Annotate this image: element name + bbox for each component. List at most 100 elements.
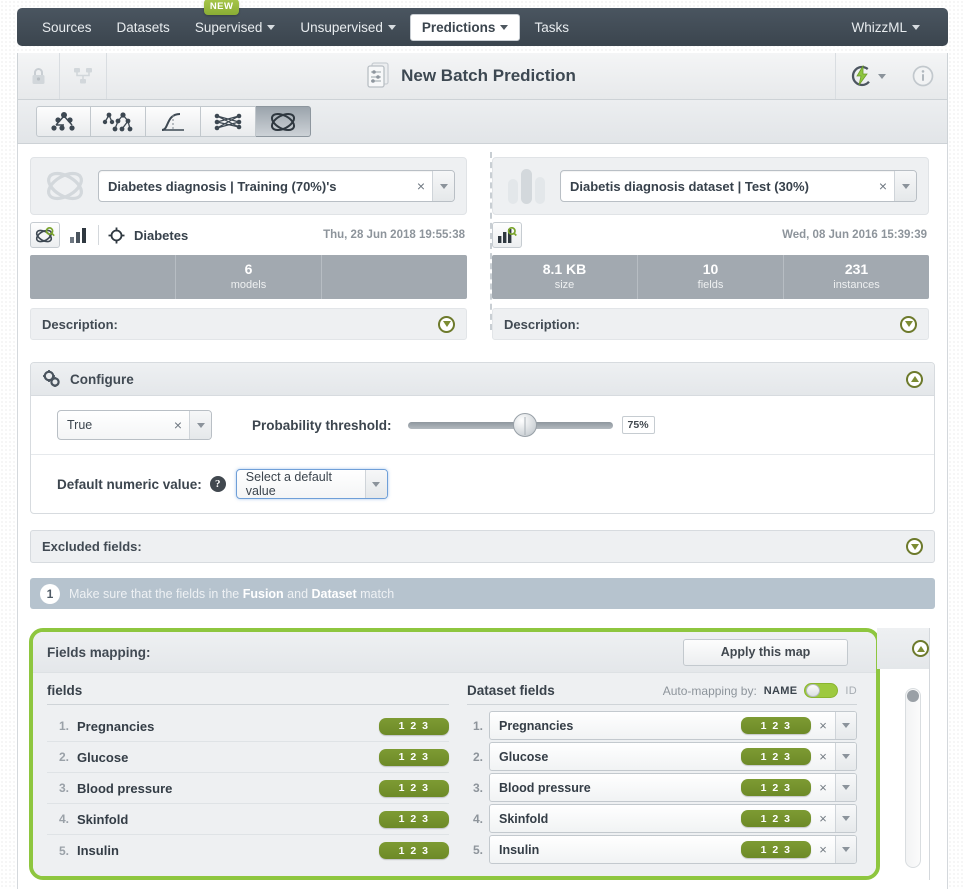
bar-chart-icon bbox=[69, 227, 89, 244]
fusion-search-icon bbox=[35, 226, 55, 244]
row-number: 3. bbox=[472, 780, 483, 795]
dropdown-arrow-button[interactable] bbox=[364, 470, 387, 498]
model-icon-button[interactable] bbox=[36, 106, 91, 137]
fields-mapping-header: Fields mapping: Apply this map bbox=[33, 632, 876, 673]
dataset-created-date: Wed, 08 Jun 2016 15:39:39 bbox=[782, 229, 927, 241]
dataset-icon bbox=[504, 166, 550, 206]
dropdown-arrow-button[interactable] bbox=[835, 774, 856, 801]
dataset-field-select[interactable]: Blood pressure 1 2 3 × bbox=[489, 773, 857, 802]
clear-icon[interactable]: × bbox=[811, 842, 835, 857]
fusion-created-date: Thu, 28 Jun 2018 19:55:38 bbox=[323, 229, 465, 241]
apply-this-map-button[interactable]: Apply this map bbox=[683, 638, 848, 666]
probability-threshold-slider[interactable]: 75% bbox=[407, 412, 655, 437]
nav-item-predictions[interactable]: Predictions bbox=[409, 13, 521, 41]
dataset-field-select[interactable]: Insulin 1 2 3 × bbox=[489, 835, 857, 864]
row-number: 5. bbox=[472, 842, 483, 857]
chevron-down-circle-icon[interactable] bbox=[900, 315, 917, 333]
default-numeric-select[interactable]: Select a default value bbox=[235, 469, 388, 499]
clear-icon[interactable]: × bbox=[410, 178, 432, 194]
apply-button-label: Apply this map bbox=[720, 645, 811, 659]
clear-icon[interactable]: × bbox=[811, 780, 835, 795]
clear-icon[interactable]: × bbox=[167, 417, 189, 433]
field-name: Glucose bbox=[77, 749, 129, 765]
fields-mapping-title: Fields mapping: bbox=[47, 644, 151, 660]
logistic-regression-icon-button[interactable] bbox=[146, 106, 201, 137]
dropdown-arrow-button[interactable] bbox=[835, 743, 856, 770]
fusion-icon-button[interactable] bbox=[256, 106, 311, 137]
list-item: 5. Insulin 1 2 3 × bbox=[467, 835, 857, 864]
slider-knob[interactable] bbox=[512, 412, 537, 437]
nav-item-supervised[interactable]: NEW Supervised bbox=[184, 0, 287, 40]
dropdown-arrow-button[interactable] bbox=[835, 836, 856, 863]
clear-icon[interactable]: × bbox=[811, 718, 835, 733]
dataset-field-select[interactable]: Skinfold 1 2 3 × bbox=[489, 804, 857, 833]
field-name: Pregnancies bbox=[499, 718, 574, 733]
class-select[interactable]: True × bbox=[57, 410, 212, 440]
fields-mapping-scrollbar[interactable] bbox=[905, 688, 921, 868]
fusion-select[interactable]: Diabetes diagnosis | Training (70%)'s × bbox=[98, 170, 455, 202]
nav-item-sources[interactable]: Sources bbox=[31, 15, 103, 40]
fusion-stats: 6 models bbox=[30, 255, 467, 299]
auto-mapping-name-option[interactable]: NAME bbox=[764, 685, 798, 697]
dropdown-arrow-button[interactable] bbox=[835, 712, 856, 739]
configure-title: Configure bbox=[70, 371, 134, 387]
auto-mapping-id-option[interactable]: ID bbox=[845, 685, 857, 697]
list-item: 4. Skinfold 1 2 3 × bbox=[467, 804, 857, 833]
nav-item-tasks[interactable]: Tasks bbox=[523, 15, 580, 40]
deepnet-icon-button[interactable] bbox=[201, 106, 256, 137]
slider-track[interactable] bbox=[407, 412, 613, 437]
dropdown-arrow-button[interactable] bbox=[189, 411, 211, 439]
column-title: fields bbox=[47, 683, 83, 698]
gears-icon bbox=[42, 370, 62, 388]
default-numeric-row: Default numeric value: ? Select a defaul… bbox=[31, 454, 934, 513]
nav-item-unsupervised[interactable]: Unsupervised bbox=[289, 15, 407, 40]
chevron-down-circle-icon[interactable] bbox=[438, 315, 455, 333]
threshold-value: 75% bbox=[621, 416, 655, 434]
dropdown-arrow-button[interactable] bbox=[432, 171, 454, 201]
info-button[interactable] bbox=[899, 53, 947, 99]
share-button[interactable] bbox=[60, 53, 107, 99]
new-badge: NEW bbox=[203, 0, 240, 15]
privacy-lock-button[interactable] bbox=[18, 53, 60, 99]
table-row: 1. Pregnancies 1 2 3 bbox=[47, 711, 449, 742]
clear-icon[interactable]: × bbox=[811, 749, 835, 764]
chevron-down-icon bbox=[878, 73, 886, 79]
chevron-down-circle-icon[interactable] bbox=[906, 538, 923, 555]
row-number: 3. bbox=[59, 781, 70, 795]
nav-item-whizzml[interactable]: WhizzML bbox=[840, 15, 931, 40]
fusion-description-bar: Description: bbox=[30, 308, 467, 340]
numeric-type-badge: 1 2 3 bbox=[741, 841, 811, 858]
chevron-down-icon bbox=[842, 754, 850, 759]
stat-item: 6 models bbox=[176, 255, 322, 299]
scrollbar-thumb[interactable] bbox=[907, 690, 919, 702]
chevron-up-circle-icon[interactable] bbox=[906, 370, 923, 388]
run-action-button[interactable] bbox=[835, 53, 899, 99]
message-text: Make sure that the fields in the Fusion … bbox=[69, 587, 394, 601]
dataset-preview-button[interactable] bbox=[492, 222, 522, 248]
page-title: New Batch Prediction bbox=[401, 66, 576, 85]
info-icon bbox=[912, 65, 934, 87]
dataset-field-select[interactable]: Pregnancies 1 2 3 × bbox=[489, 711, 857, 740]
chevron-up-circle-icon[interactable] bbox=[912, 640, 929, 657]
fusion-icon bbox=[268, 110, 298, 134]
help-icon[interactable]: ? bbox=[209, 476, 226, 492]
ensemble-icon-button[interactable] bbox=[91, 106, 146, 137]
dataset-field-select[interactable]: Glucose 1 2 3 × bbox=[489, 742, 857, 771]
configure-header: Configure bbox=[31, 363, 934, 396]
dataset-select[interactable]: Diabetis diagnosis dataset | Test (30%) … bbox=[560, 170, 917, 202]
chevron-down-icon bbox=[372, 481, 381, 487]
fusion-preview-button[interactable] bbox=[30, 222, 60, 248]
row-number: 5. bbox=[59, 843, 70, 858]
lightning-bolt-icon bbox=[849, 65, 875, 87]
stat-label: fields bbox=[697, 278, 724, 291]
dropdown-arrow-button[interactable] bbox=[894, 171, 916, 201]
clear-icon[interactable]: × bbox=[872, 178, 894, 194]
message-prefix: Make sure that the fields in the bbox=[69, 586, 243, 601]
default-numeric-value: Select a default value bbox=[245, 470, 332, 498]
auto-mapping-toggle[interactable] bbox=[804, 683, 839, 698]
clear-icon[interactable]: × bbox=[811, 811, 835, 826]
nav-item-datasets[interactable]: Datasets bbox=[106, 15, 181, 40]
dropdown-arrow-button[interactable] bbox=[835, 805, 856, 832]
row-number: 1. bbox=[472, 718, 483, 733]
description-label: Description: bbox=[504, 316, 580, 332]
